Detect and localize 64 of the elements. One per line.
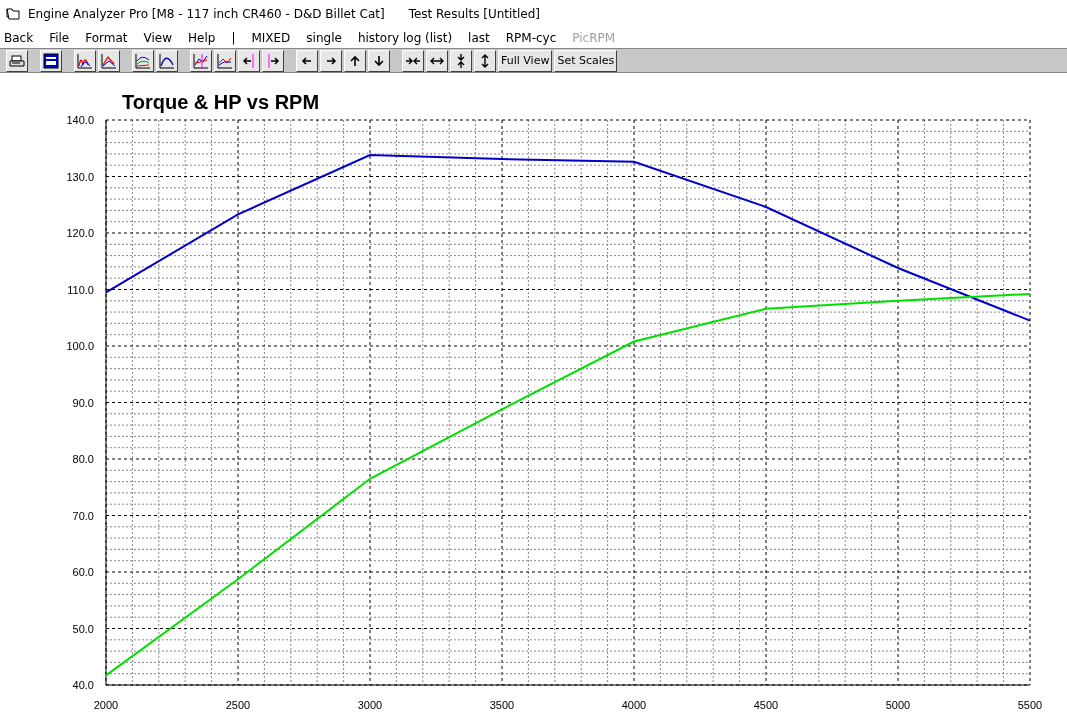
screen-button[interactable] (40, 49, 62, 72)
expand-horizontal-button[interactable] (426, 49, 448, 72)
window-subtitle: Test Results [Untitled] (408, 7, 541, 21)
x-tick-label: 2500 (225, 699, 251, 711)
down-arrow-button[interactable] (368, 49, 390, 72)
window-title: Engine Analyzer Pro [M8 - 117 inch CR460 - D&D Billet Cat] (28, 7, 385, 21)
line-graph-icon (101, 52, 117, 69)
cursor-left-icon (241, 52, 257, 69)
cursor-graph-icon (193, 52, 209, 69)
cursor-graph-button[interactable] (190, 49, 212, 72)
up-arrow-button[interactable] (344, 49, 366, 72)
overlay-graph-icon (217, 52, 233, 69)
right-arrow-button[interactable] (320, 49, 342, 72)
curve-button[interactable] (156, 49, 178, 72)
x-tick-label: 3000 (357, 699, 383, 711)
overlay-graph-button[interactable] (214, 49, 236, 72)
menu-item[interactable]: single (306, 31, 342, 45)
printer-button[interactable] (6, 49, 28, 72)
y-tick-label: 60.0 (72, 566, 94, 578)
menu-item[interactable]: RPM-cyc (505, 31, 557, 45)
y-tick-label: 100.0 (66, 340, 94, 352)
x-tick-label: 4000 (621, 699, 647, 711)
y-tick-label: 80.0 (72, 453, 94, 465)
stacked-curves-button[interactable] (132, 49, 154, 72)
line-graph-button[interactable] (98, 49, 120, 72)
cursor-left-button[interactable] (238, 49, 260, 72)
toolbar-button[interactable]: Full View (498, 49, 553, 72)
menu-item[interactable]: | (231, 31, 236, 45)
curve-icon (159, 52, 175, 69)
compress-vertical-button[interactable] (450, 49, 472, 72)
app-icon (6, 7, 20, 21)
stacked-curves-icon (135, 52, 151, 69)
menu-item[interactable]: MIXED (251, 31, 291, 45)
menu-item[interactable]: Format (85, 31, 128, 45)
menu-item[interactable]: View (143, 31, 172, 45)
toolbar-button[interactable]: Set Scales (554, 49, 618, 72)
x-tick-label: 4500 (753, 699, 779, 711)
printer-icon (9, 52, 25, 69)
menu-item[interactable]: last (468, 31, 490, 45)
bar-curves-icon (77, 52, 93, 69)
expand-vertical-button[interactable] (474, 49, 496, 72)
y-tick-label: 50.0 (72, 622, 94, 635)
menu-item[interactable]: File (49, 31, 70, 45)
chart-title: Torque & HP vs RPM (122, 91, 320, 113)
cursor-right-icon (265, 52, 281, 69)
y-tick-label: 40.0 (72, 679, 94, 691)
x-tick-label: 5500 (1017, 699, 1043, 711)
bar-curves-button[interactable] (74, 49, 96, 72)
y-tick-label: 70.0 (72, 509, 94, 522)
y-tick-label: 90.0 (72, 396, 94, 409)
menu-item[interactable]: history log (list) (357, 31, 453, 45)
y-tick-label: 110.0 (67, 283, 94, 296)
compress-horizontal-button[interactable] (402, 49, 424, 72)
y-tick-label: 120.0 (66, 227, 94, 239)
menu-item[interactable]: Help (188, 31, 216, 45)
menu-item[interactable]: Back (4, 31, 34, 45)
cursor-right-button[interactable] (262, 49, 284, 72)
screen-icon (43, 52, 59, 69)
left-arrow-button[interactable] (296, 49, 318, 72)
x-tick-label: 5000 (885, 699, 911, 711)
x-tick-label: 2000 (93, 699, 119, 711)
y-tick-label: 140.0 (66, 114, 94, 126)
y-tick-label: 130.0 (66, 170, 94, 183)
x-tick-label: 3500 (489, 699, 515, 711)
